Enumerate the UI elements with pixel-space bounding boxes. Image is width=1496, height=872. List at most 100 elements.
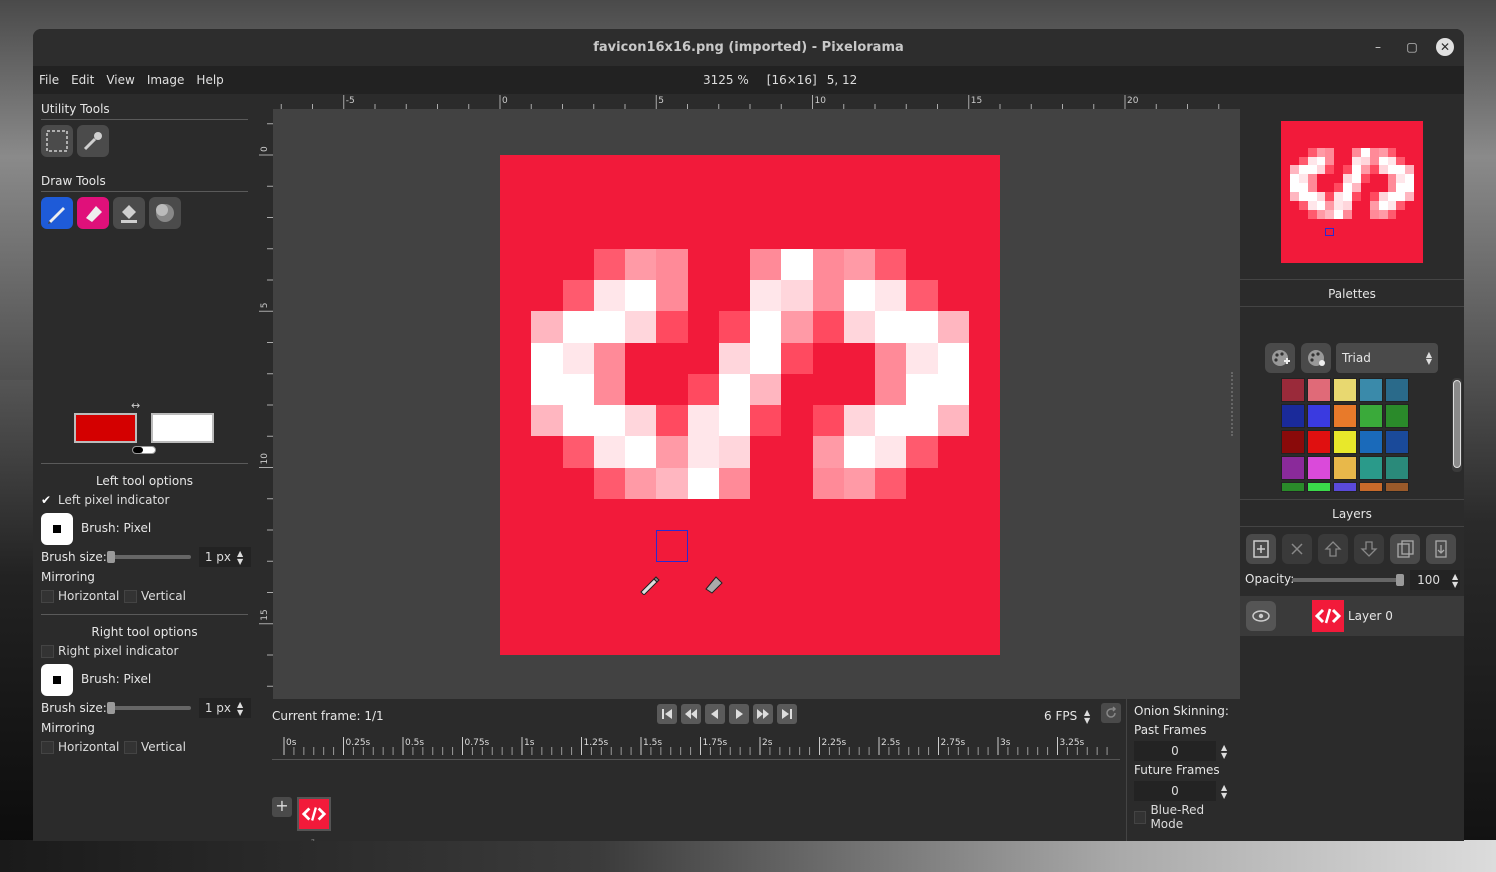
timeline-ruler[interactable]: 0s 0.25s 0.5s 0.75s 1s 1.25s 1.5s 1.75s 2s 2.25s 2… bbox=[272, 735, 1120, 759]
palette-swatch[interactable] bbox=[1359, 456, 1383, 480]
color-picker-icon[interactable] bbox=[77, 125, 109, 157]
first-frame-icon[interactable] bbox=[657, 704, 677, 724]
maximize-icon[interactable]: ▢ bbox=[1403, 38, 1421, 56]
checkmark-icon[interactable]: ✔ bbox=[41, 493, 54, 507]
opacity-slider-knob[interactable] bbox=[1396, 574, 1404, 586]
vertical-ruler[interactable]: 0 5 10 15 bbox=[258, 109, 273, 699]
loop-icon[interactable] bbox=[1101, 703, 1121, 723]
palette-swatch[interactable] bbox=[1385, 378, 1409, 402]
left-brush-button[interactable] bbox=[41, 513, 73, 545]
palette-scrollbar-thumb[interactable] bbox=[1453, 380, 1461, 468]
remove-layer-icon[interactable] bbox=[1282, 534, 1312, 564]
palette-swatch[interactable] bbox=[1307, 456, 1331, 480]
checkbox[interactable] bbox=[41, 589, 54, 603]
spin-arrows-icon[interactable]: ▲ ▼ bbox=[1084, 709, 1090, 725]
palette-swatch[interactable] bbox=[1307, 482, 1331, 492]
palette-swatch[interactable] bbox=[1281, 378, 1305, 402]
edit-palette-icon[interactable] bbox=[1301, 343, 1331, 373]
panel-resize-handle[interactable] bbox=[1231, 372, 1237, 436]
pixel-canvas[interactable] bbox=[500, 155, 1000, 655]
eraser-icon[interactable] bbox=[77, 197, 109, 229]
palette-swatch[interactable] bbox=[1307, 404, 1331, 428]
palette-swatch[interactable] bbox=[1385, 430, 1409, 454]
palette-swatch[interactable] bbox=[1307, 430, 1331, 454]
left-brush-size-slider[interactable] bbox=[107, 555, 191, 559]
spin-arrows-icon[interactable]: ▲ ▼ bbox=[237, 550, 243, 566]
frame-thumbnail[interactable] bbox=[297, 797, 331, 831]
palette-swatch[interactable] bbox=[1281, 404, 1305, 428]
right-mirror-vertical[interactable]: Vertical bbox=[124, 740, 186, 754]
palette-swatch[interactable] bbox=[1333, 404, 1357, 428]
checkbox[interactable] bbox=[1134, 810, 1147, 824]
merge-down-icon[interactable] bbox=[1426, 534, 1456, 564]
play-forward-icon[interactable] bbox=[729, 704, 749, 724]
blue-red-mode-row[interactable]: Blue-Red Mode bbox=[1134, 803, 1236, 831]
palette-swatch[interactable] bbox=[1281, 482, 1305, 492]
spin-arrows-icon[interactable]: ▲ ▼ bbox=[1452, 573, 1458, 589]
right-brush-size-slider[interactable] bbox=[107, 706, 191, 710]
minimize-icon[interactable]: – bbox=[1369, 38, 1387, 56]
add-palette-icon[interactable] bbox=[1265, 343, 1295, 373]
palette-swatch[interactable] bbox=[1333, 378, 1357, 402]
menu-help[interactable]: Help bbox=[190, 73, 229, 87]
palette-swatch[interactable] bbox=[1333, 430, 1357, 454]
menu-image[interactable]: Image bbox=[141, 73, 191, 87]
left-color-swatch[interactable] bbox=[74, 413, 137, 443]
checkbox[interactable] bbox=[124, 740, 137, 754]
swap-colors-icon[interactable]: ↔ bbox=[131, 399, 140, 412]
add-frame-icon[interactable]: + bbox=[272, 797, 292, 817]
spin-arrows-icon[interactable]: ▲ ▼ bbox=[1221, 784, 1227, 800]
palette-swatch[interactable] bbox=[1307, 378, 1331, 402]
add-layer-icon[interactable] bbox=[1246, 534, 1276, 564]
opacity-slider[interactable] bbox=[1292, 578, 1402, 582]
palette-swatch[interactable] bbox=[1281, 430, 1305, 454]
palette-swatch[interactable] bbox=[1385, 482, 1409, 492]
palette-swatch[interactable] bbox=[1359, 430, 1383, 454]
right-color-swatch[interactable] bbox=[151, 413, 214, 443]
spin-arrows-icon[interactable]: ▲ ▼ bbox=[237, 701, 243, 717]
move-down-icon[interactable] bbox=[1354, 534, 1384, 564]
palette-swatch[interactable] bbox=[1359, 404, 1383, 428]
right-brush-button[interactable] bbox=[41, 664, 73, 696]
left-pixel-indicator-row[interactable]: ✔ Left pixel indicator bbox=[41, 493, 169, 507]
next-frame-icon[interactable] bbox=[753, 704, 773, 724]
palette-swatch[interactable] bbox=[1333, 482, 1357, 492]
palette-swatch[interactable] bbox=[1359, 482, 1383, 492]
checkbox[interactable] bbox=[41, 644, 54, 658]
spin-arrows-icon[interactable]: ▲ ▼ bbox=[1221, 744, 1227, 760]
palette-scrollbar[interactable] bbox=[1452, 378, 1462, 472]
checkbox[interactable] bbox=[124, 589, 137, 603]
left-mirror-vertical[interactable]: Vertical bbox=[124, 589, 186, 603]
clone-layer-icon[interactable] bbox=[1390, 534, 1420, 564]
left-brush-size-knob[interactable] bbox=[107, 551, 115, 563]
move-up-icon[interactable] bbox=[1318, 534, 1348, 564]
reset-colors-icon[interactable] bbox=[132, 446, 156, 454]
horizontal-ruler[interactable]: -5 0 5 10 15 20 bbox=[258, 94, 1240, 109]
menu-view[interactable]: View bbox=[100, 73, 140, 87]
left-brush-size-spinbox[interactable]: 1 px bbox=[199, 547, 251, 567]
shading-icon[interactable] bbox=[149, 197, 181, 229]
palette-swatch[interactable] bbox=[1385, 404, 1409, 428]
eye-icon[interactable] bbox=[1246, 601, 1276, 631]
right-pixel-indicator-row[interactable]: Right pixel indicator bbox=[41, 644, 178, 658]
right-brush-size-spinbox[interactable]: 1 px bbox=[199, 698, 251, 718]
previous-frame-icon[interactable] bbox=[681, 704, 701, 724]
layer-name[interactable]: Layer 0 bbox=[1348, 609, 1393, 623]
layer-row[interactable]: Layer 0 bbox=[1240, 596, 1464, 636]
palette-swatch[interactable] bbox=[1333, 456, 1357, 480]
rectangle-select-icon[interactable] bbox=[41, 125, 73, 157]
close-icon[interactable]: ✕ bbox=[1436, 38, 1454, 56]
right-mirror-horizontal[interactable]: Horizontal bbox=[41, 740, 119, 754]
last-frame-icon[interactable] bbox=[777, 704, 797, 724]
palette-select[interactable]: Triad ▲ ▼ bbox=[1336, 343, 1438, 373]
play-backwards-icon[interactable] bbox=[705, 704, 725, 724]
bucket-icon[interactable] bbox=[113, 197, 145, 229]
menu-file[interactable]: File bbox=[33, 73, 65, 87]
palette-swatch[interactable] bbox=[1281, 456, 1305, 480]
canvas-preview[interactable] bbox=[1281, 121, 1423, 263]
right-brush-size-knob[interactable] bbox=[107, 702, 115, 714]
left-mirror-horizontal[interactable]: Horizontal bbox=[41, 589, 119, 603]
past-frames-spinbox[interactable]: 0 bbox=[1134, 741, 1216, 761]
palette-swatch[interactable] bbox=[1359, 378, 1383, 402]
menu-edit[interactable]: Edit bbox=[65, 73, 100, 87]
